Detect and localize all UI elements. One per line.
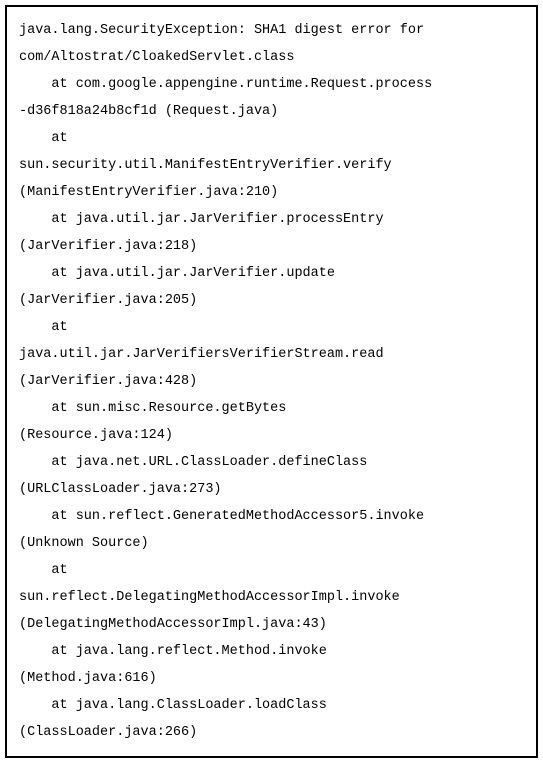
stack-frame-10-line2: (ClassLoader.java:266) xyxy=(19,719,524,746)
stack-frame-0-line2: -d36f818a24b8cf1d (Request.java) xyxy=(19,98,524,125)
exception-message-line2: com/Altostrat/CloakedServlet.class xyxy=(19,44,524,71)
stack-frame-0-line1: at com.google.appengine.runtime.Request.… xyxy=(19,71,524,98)
exception-message-line1: java.lang.SecurityException: SHA1 digest… xyxy=(19,17,524,44)
stack-frame-2-line2: (JarVerifier.java:218) xyxy=(19,233,524,260)
stack-frame-1-line2: sun.security.util.ManifestEntryVerifier.… xyxy=(19,152,524,179)
stack-frame-3-line2: (JarVerifier.java:205) xyxy=(19,287,524,314)
stack-frame-9-line1: at java.lang.reflect.Method.invoke xyxy=(19,638,524,665)
stack-frame-6-line2: (URLClassLoader.java:273) xyxy=(19,476,524,503)
stack-frame-10-line1: at java.lang.ClassLoader.loadClass xyxy=(19,692,524,719)
stack-frame-4-line1: at xyxy=(19,314,524,341)
stack-frame-1-line3: (ManifestEntryVerifier.java:210) xyxy=(19,179,524,206)
stack-frame-7-line1: at sun.reflect.GeneratedMethodAccessor5.… xyxy=(19,503,524,530)
stack-frame-1-line1: at xyxy=(19,125,524,152)
stack-frame-2-line1: at java.util.jar.JarVerifier.processEntr… xyxy=(19,206,524,233)
stack-frame-4-line3: (JarVerifier.java:428) xyxy=(19,368,524,395)
stack-frame-9-line2: (Method.java:616) xyxy=(19,665,524,692)
stack-frame-8-line3: (DelegatingMethodAccessorImpl.java:43) xyxy=(19,611,524,638)
stack-frame-6-line1: at java.net.URL.ClassLoader.defineClass xyxy=(19,449,524,476)
stack-frame-5-line2: (Resource.java:124) xyxy=(19,422,524,449)
stack-frame-4-line2: java.util.jar.JarVerifiersVerifierStream… xyxy=(19,341,524,368)
stacktrace-container: java.lang.SecurityException: SHA1 digest… xyxy=(5,5,538,758)
stack-frame-8-line1: at xyxy=(19,557,524,584)
stack-frame-7-line2: (Unknown Source) xyxy=(19,530,524,557)
stack-frame-8-line2: sun.reflect.DelegatingMethodAccessorImpl… xyxy=(19,584,524,611)
stack-frame-5-line1: at sun.misc.Resource.getBytes xyxy=(19,395,524,422)
stack-frame-3-line1: at java.util.jar.JarVerifier.update xyxy=(19,260,524,287)
